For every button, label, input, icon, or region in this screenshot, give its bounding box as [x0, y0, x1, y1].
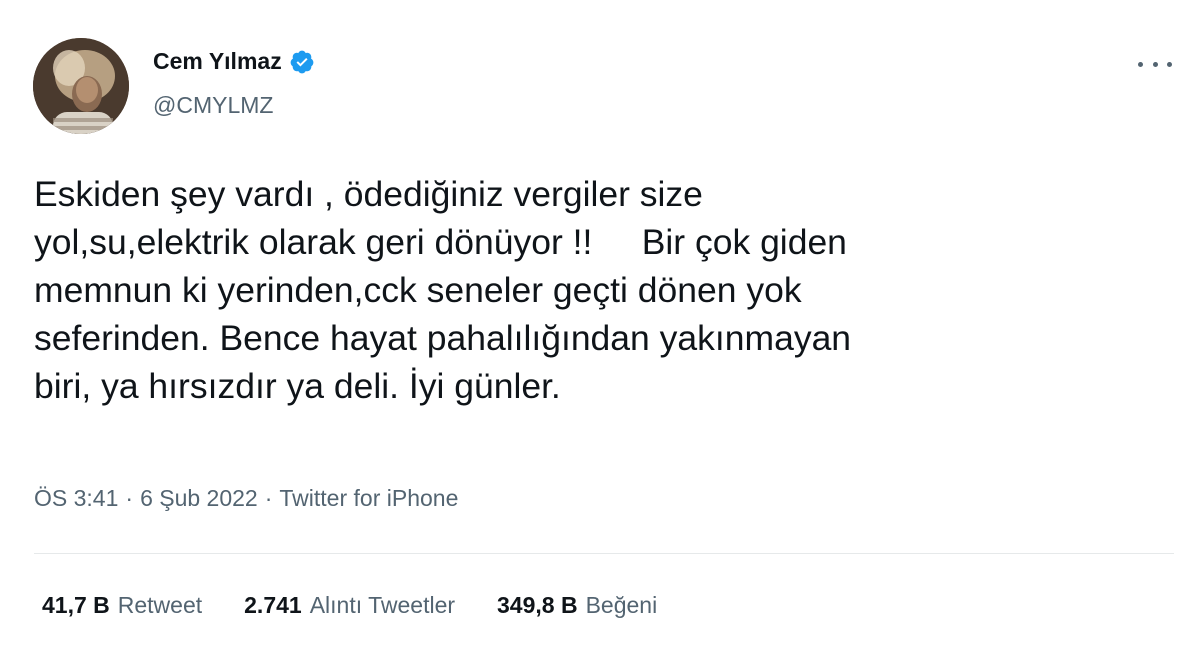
tweet-stats: 41,7 B Retweet 2.741 Alıntı Tweetler 349… [42, 592, 657, 619]
stat-value: 349,8 B [497, 592, 578, 618]
avatar[interactable] [33, 38, 129, 134]
more-horizontal-icon-dot [1152, 61, 1158, 67]
retweet-count[interactable]: 41,7 B Retweet [42, 592, 202, 619]
stat-label: Retweet [117, 592, 203, 618]
display-name[interactable]: Cem Yılmaz [153, 48, 282, 75]
user-handle[interactable]: @CMYLMZ [153, 92, 273, 119]
stat-label: Beğeni [585, 592, 658, 618]
likes-count[interactable]: 349,8 B Beğeni [497, 592, 657, 619]
tweet-meta: ÖS 3:41 · 6 Şub 2022 · Twitter for iPhon… [34, 485, 458, 512]
user-name-row: Cem Yılmaz [153, 48, 315, 75]
tweet-time[interactable]: ÖS 3:41 [34, 485, 118, 512]
quote-tweets-count[interactable]: 2.741 Alıntı Tweetler [244, 592, 455, 619]
meta-separator: · [125, 485, 134, 511]
tweet-source-link[interactable]: Twitter for iPhone [279, 485, 458, 512]
meta-separator: · [264, 485, 273, 511]
divider [34, 553, 1174, 554]
more-horizontal-icon [1138, 61, 1143, 67]
verified-badge-icon [289, 49, 315, 75]
stat-value: 2.741 [244, 592, 302, 618]
stat-value: 41,7 B [42, 592, 110, 618]
tweet-text: Eskiden şey vardı , ödediğiniz vergiler … [34, 174, 852, 406]
more-horizontal-icon-dot [1167, 61, 1172, 67]
avatar-image [33, 38, 129, 134]
more-options-button[interactable] [1138, 54, 1172, 74]
tweet-card: Cem Yılmaz @CMYLMZ Eskiden şey vardı , ö… [0, 0, 1200, 647]
stat-label: Alıntı Tweetler [309, 592, 456, 618]
tweet-date[interactable]: 6 Şub 2022 [140, 485, 258, 512]
